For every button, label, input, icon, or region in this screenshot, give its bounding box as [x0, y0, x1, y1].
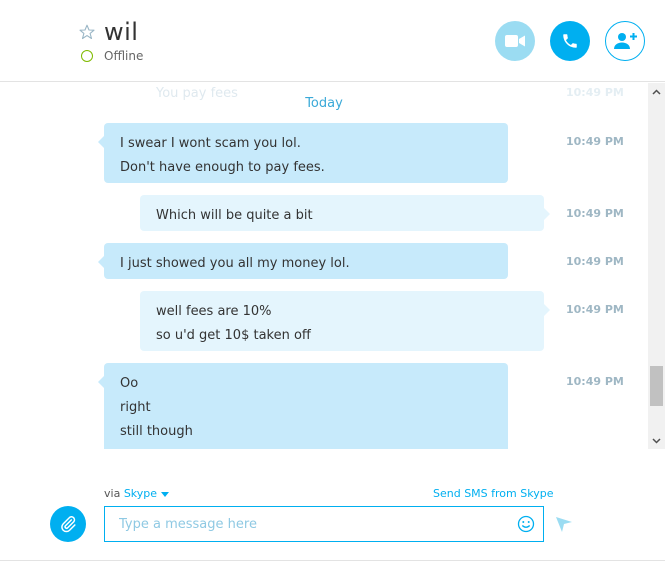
message-line: Don't have enough to pay fees. — [120, 160, 325, 175]
via-label: via — [104, 487, 121, 500]
add-people-button[interactable] — [605, 21, 645, 61]
message-bubble-outgoing[interactable]: well fees are 10% so u'd get 10$ taken o… — [140, 291, 550, 351]
send-arrow-icon[interactable] — [556, 516, 572, 532]
skype-chat-window: wil Offline You pay fees 10:49 PM Today … — [0, 0, 665, 564]
attach-file-button[interactable] — [50, 506, 86, 542]
conversation-header: wil Offline — [0, 0, 665, 82]
message-time: 10:49 PM — [566, 303, 624, 316]
scroll-up-button[interactable] — [648, 83, 665, 100]
message-line: still though — [120, 424, 193, 439]
via-selector[interactable]: via Skype — [104, 487, 169, 500]
message-line: well fees are 10% — [156, 304, 272, 319]
chevron-up-icon — [652, 88, 661, 95]
message-bubble-incoming[interactable]: Oo right still though — [98, 363, 508, 449]
message-time: 10:49 PM — [566, 135, 624, 148]
scroll-down-button[interactable] — [648, 432, 665, 449]
message-time: 10:49 PM — [566, 375, 624, 388]
message-input[interactable] — [119, 507, 509, 541]
message-bubble-incoming[interactable]: I just showed you all my money lol. — [98, 243, 508, 279]
star-outline-icon[interactable] — [79, 24, 95, 40]
message-line: Oo — [120, 376, 139, 391]
window-bottom-border — [0, 560, 665, 564]
caret-down-icon[interactable] — [160, 491, 169, 497]
add-person-icon — [614, 33, 637, 49]
send-sms-link[interactable]: Send SMS from Skype — [433, 487, 553, 500]
contact-status: Offline — [104, 49, 144, 63]
chevron-down-icon — [652, 437, 661, 444]
message-line: so u'd get 10$ taken off — [156, 328, 311, 343]
scrollbar-thumb[interactable] — [650, 366, 663, 406]
message-line: right — [120, 400, 151, 415]
message-bubble-outgoing[interactable]: Which will be quite a bit — [140, 195, 550, 231]
message-line: I just showed you all my money lol. — [120, 256, 350, 271]
video-camera-icon — [505, 35, 525, 47]
message-time: 10:49 PM — [566, 207, 624, 220]
video-call-button[interactable] — [495, 21, 535, 61]
via-service[interactable]: Skype — [124, 487, 157, 500]
message-line: I swear I wont scam you lol. — [120, 136, 301, 151]
conversation-scrollbar[interactable] — [648, 83, 665, 449]
message-list[interactable]: You pay fees 10:49 PM Today I swear I wo… — [0, 83, 665, 449]
contact-name[interactable]: wil — [104, 18, 138, 46]
smiley-icon[interactable] — [517, 515, 535, 533]
message-input-box[interactable] — [104, 506, 544, 542]
offline-status-icon — [81, 50, 93, 62]
message-bubble-incoming[interactable]: I swear I wont scam you lol. Don't have … — [98, 123, 508, 183]
message-time: 10:49 PM — [566, 255, 624, 268]
day-separator: Today — [305, 96, 343, 111]
phone-icon — [563, 34, 577, 48]
audio-call-button[interactable] — [550, 21, 590, 61]
paperclip-icon — [61, 516, 76, 533]
message-line: Which will be quite a bit — [156, 208, 313, 223]
